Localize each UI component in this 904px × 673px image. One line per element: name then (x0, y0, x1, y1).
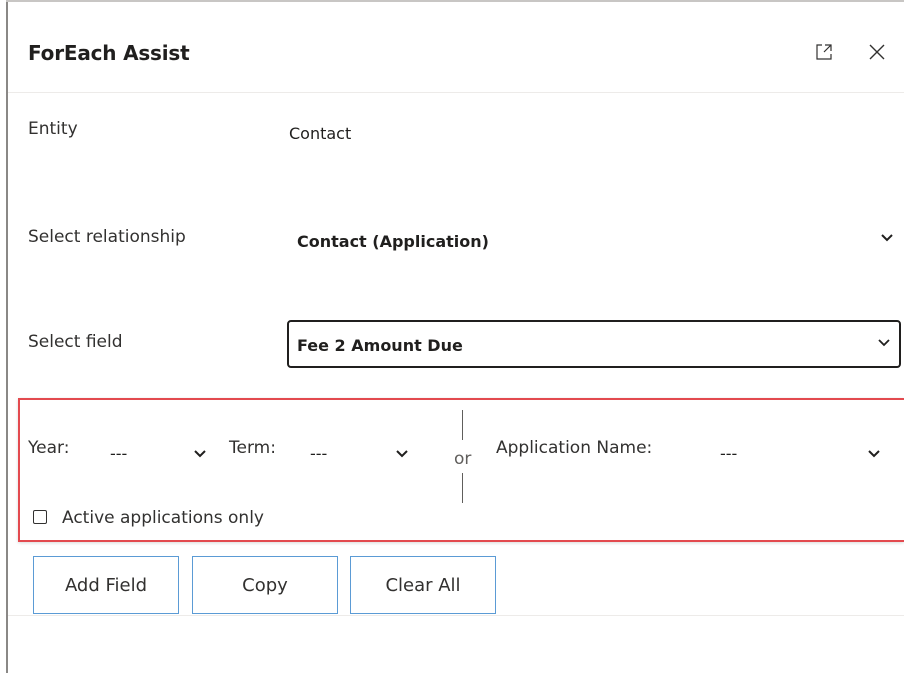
term-value: --- (310, 444, 328, 463)
entity-label: Entity (28, 119, 78, 139)
relationship-label: Select relationship (28, 227, 186, 247)
window-left-edge (6, 0, 8, 673)
clear-all-button[interactable]: Clear All (350, 556, 496, 614)
relationship-dropdown[interactable]: Contact (Application) (287, 218, 904, 264)
close-icon[interactable] (865, 40, 889, 64)
chevron-down-icon (879, 230, 895, 246)
active-applications-checkbox[interactable] (33, 510, 47, 524)
expand-icon[interactable] (812, 40, 836, 64)
field-select[interactable]: Fee 2 Amount Due (287, 320, 901, 368)
footer-divider (8, 615, 904, 616)
copy-button[interactable]: Copy (192, 556, 338, 614)
chevron-down-icon (394, 446, 410, 462)
chevron-down-icon (866, 446, 882, 462)
window-top-edge (6, 0, 904, 2)
application-name-value: --- (720, 444, 738, 463)
active-applications-label: Active applications only (62, 508, 264, 528)
chevron-down-icon (192, 446, 208, 462)
separator-line-bottom (462, 473, 463, 503)
relationship-value: Contact (Application) (297, 232, 489, 251)
year-dropdown[interactable]: --- (100, 436, 218, 470)
year-value: --- (110, 444, 128, 463)
add-field-button[interactable]: Add Field (33, 556, 179, 614)
chevron-down-icon (876, 335, 892, 351)
term-dropdown[interactable]: --- (300, 436, 418, 470)
application-name-label: Application Name: (496, 438, 653, 458)
separator-line-top (462, 410, 463, 440)
or-label: or (454, 449, 472, 469)
dialog-title: ForEach Assist (28, 41, 190, 65)
application-name-dropdown[interactable]: --- (710, 436, 896, 470)
header-divider (8, 92, 904, 93)
term-label: Term: (229, 438, 276, 458)
field-label: Select field (28, 332, 123, 352)
year-label: Year: (28, 438, 70, 458)
entity-value: Contact (289, 124, 352, 143)
field-select-value: Fee 2 Amount Due (297, 336, 463, 355)
